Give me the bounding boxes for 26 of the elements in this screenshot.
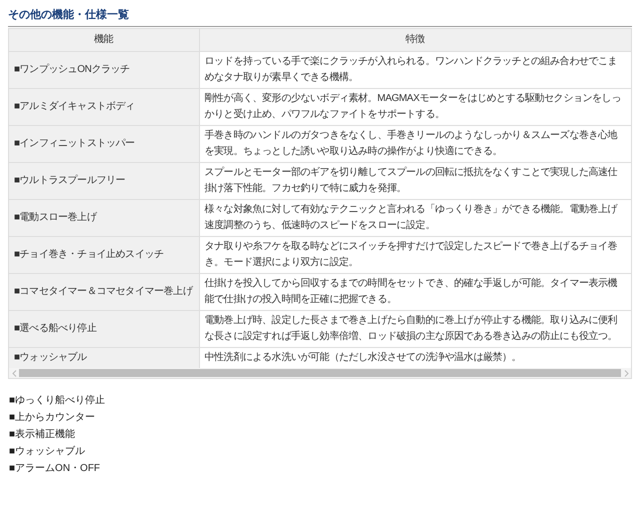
feature-cell: ■ウォッシャブル [9,348,199,368]
feature-list-item: ■ウォッシャブル [9,444,86,459]
description-cell: スプールとモーター部のギアを切り離してスプールの回転に抵抗をなくすことで実現した高速仕掛け落下性能。フカセ釣りで特に威力を発揮。 [199,162,631,200]
feature-list-item: ■ゆっくり船べり停止 [9,394,106,408]
horizontal-scrollbar[interactable] [9,368,631,378]
feature-list-item: ■アラームON・OFF [9,462,100,476]
feature-cell: ■アルミダイキャストボディ [9,88,199,126]
scrollbar-thumb[interactable] [19,369,621,377]
feature-cell: ■ワンプッシュONクラッチ [9,52,199,88]
description-cell: 手巻き時のハンドルのガタつきをなくし、手巻きリールのようなしっかり＆スムーズな巻き心地を実現。ちょっとした誘いや取り込み時の操作がより快適にできる。 [199,126,631,162]
description-cell: ロッドを持っている手で楽にクラッチが入れられる。ワンハンドクラッチとの組み合わせでこまめなタナ取りが素早くできる機構。 [199,52,631,88]
description-cell: タナ取りや糸フケを取る時などにスイッチを押すだけで設定したスピードで巻き上げるチョイ巻き。モード選択により双方に設定。 [199,236,631,274]
feature-list-item: ■上からカウンター [9,410,96,425]
description-cell: 剛性が高く、変形の少ないボディ素材。MAGMAXモーターをはじめとする駆動セクションをしっかりと受け止め、パワフルなファイトをサポートする。 [199,88,631,126]
description-cell: 電動巻上げ時、設定した長さまで巻き上げたら自動的に巻上げが停止する機能。取り込みに便利な長さに設定すれば手返し効率倍増、ロッド破損の主な原因である巻き込みの防止にも役立つ。 [199,310,631,348]
description-cell: 仕掛けを投入してから回収するまでの時間をセットでき、的確な手返しが可能。タイマー表示機能で仕掛けの投入時間を正確に把握できる。 [199,274,631,310]
feature-list-item: ■表示補正機能 [9,428,76,442]
description-cell: 様々な対象魚に対して有効なテクニックと言われる「ゆっくり巻き」ができる機能。電動巻上げ速度調整のうち、低速時のスピードをスローに設定。 [199,200,631,236]
feature-cell: ■コマセタイマー＆コマセタイマー巻上げ [9,274,199,310]
feature-cell: ■ウルトラスプールフリー [9,162,199,200]
feature-cell: ■インフィニットストッパー [9,126,199,162]
section-heading: その他の機能・仕様一覧 [8,8,632,27]
description-cell: 中性洗剤による水洗いが可能（ただし水没させての洗浄や温水は厳禁）。 [199,348,631,368]
feature-cell: ■選べる船べり停止 [9,310,199,348]
feature-cell: ■チョイ巻き・チョイ止めスイッチ [9,236,199,274]
feature-cell: ■電動スロー巻上げ [9,200,199,236]
